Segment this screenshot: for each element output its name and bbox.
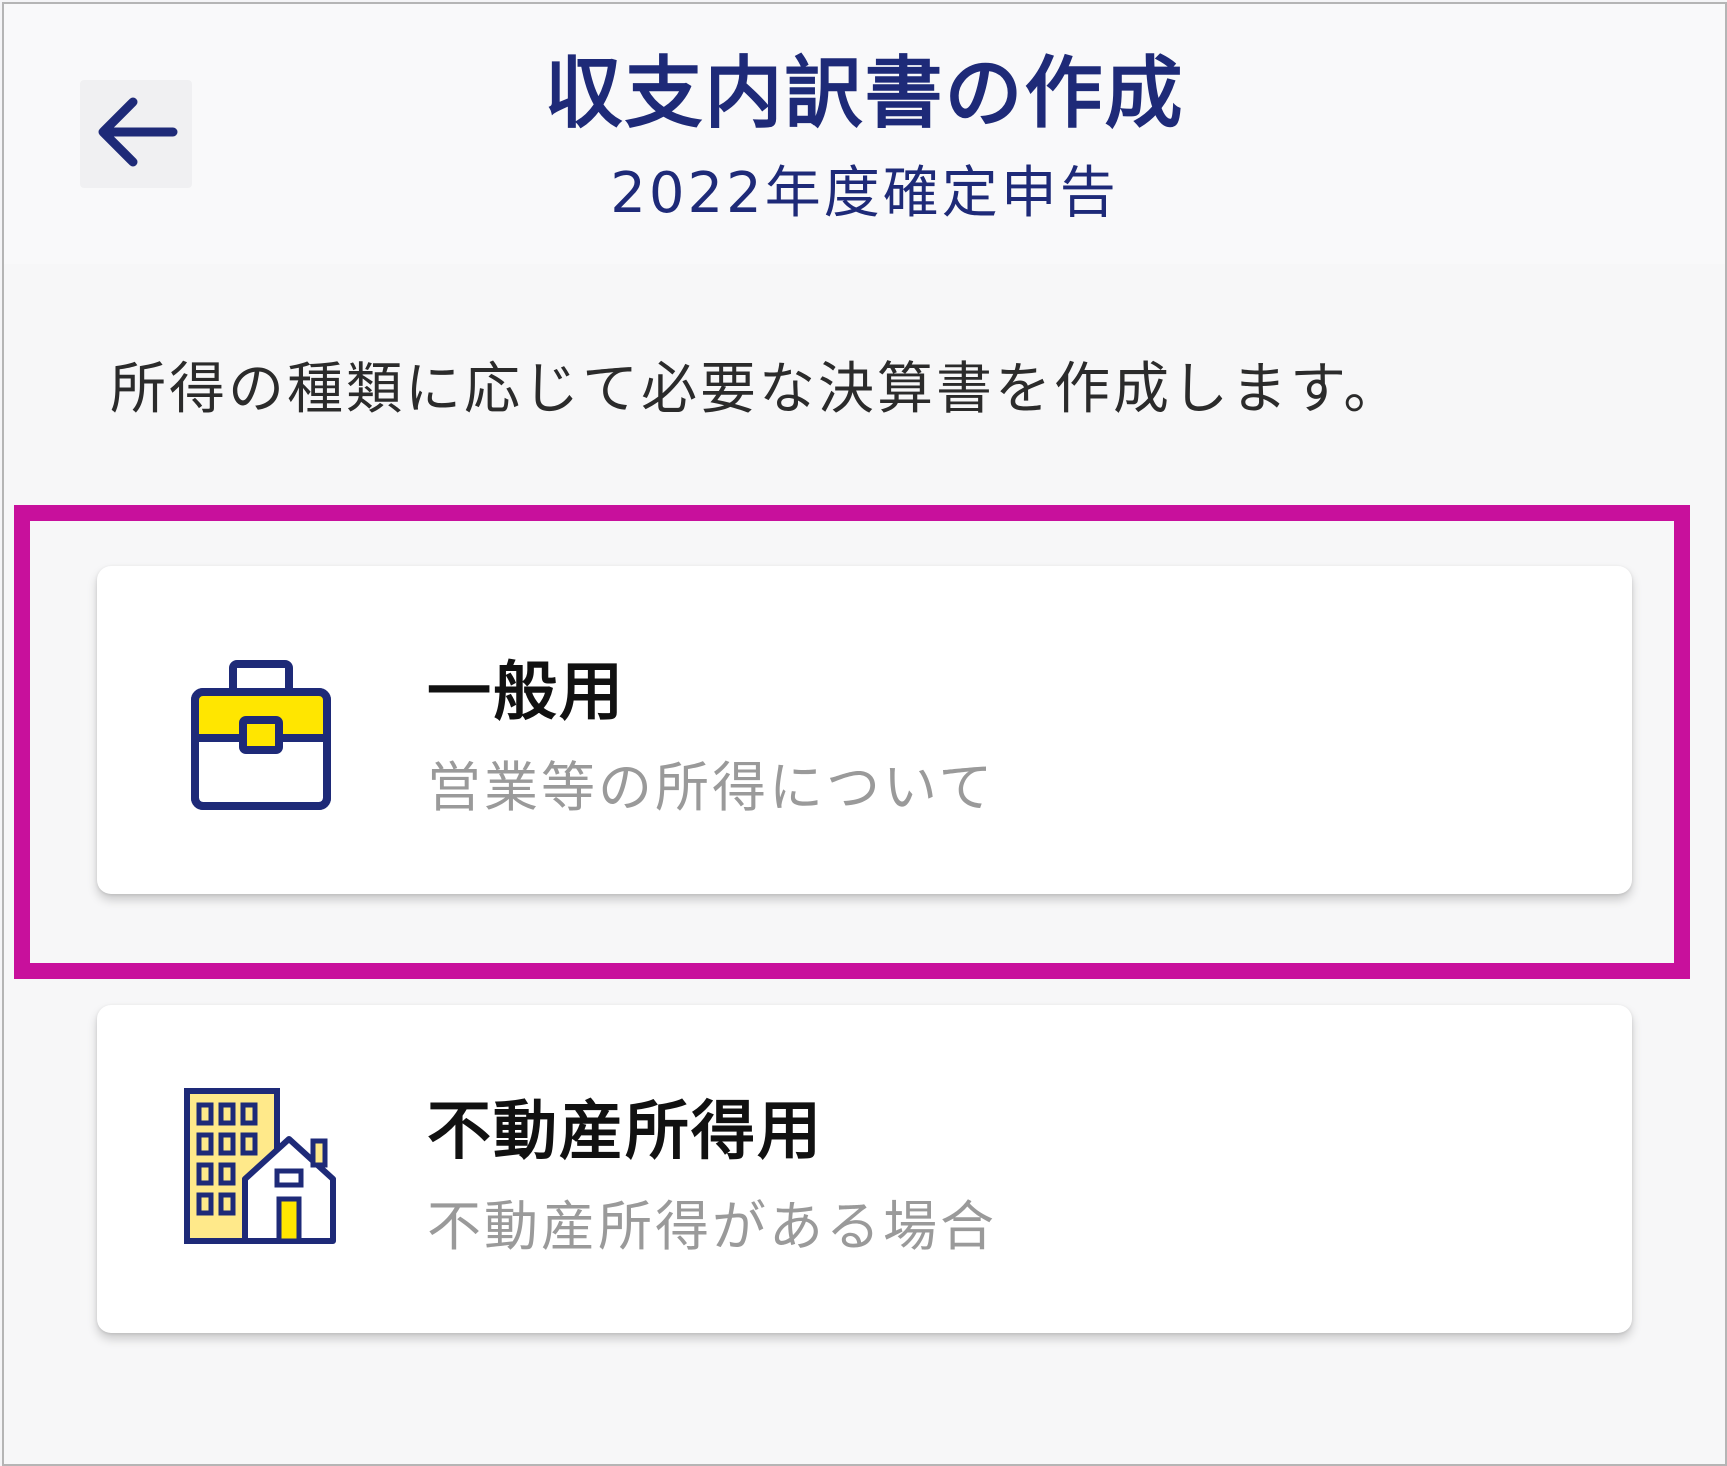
option-title: 不動産所得用 <box>427 1095 823 1169</box>
briefcase-icon <box>181 654 341 814</box>
option-subtitle: 営業等の所得について <box>427 756 996 819</box>
option-card-general[interactable]: 一般用 営業等の所得について <box>97 566 1632 894</box>
option-title: 一般用 <box>427 656 625 730</box>
page-subtitle: 2022年度確定申告 <box>610 161 1119 226</box>
option-subtitle: 不動産所得がある場合 <box>427 1195 997 1258</box>
building-house-icon <box>181 1087 341 1247</box>
header: 収支内訳書の作成 2022年度確定申告 <box>4 4 1725 264</box>
option-card-real-estate[interactable]: 不動産所得用 不動産所得がある場合 <box>97 1005 1632 1333</box>
description-text: 所得の種類に応じて必要な決算書を作成します。 <box>110 357 1403 422</box>
page-title: 収支内訳書の作成 <box>544 49 1185 139</box>
